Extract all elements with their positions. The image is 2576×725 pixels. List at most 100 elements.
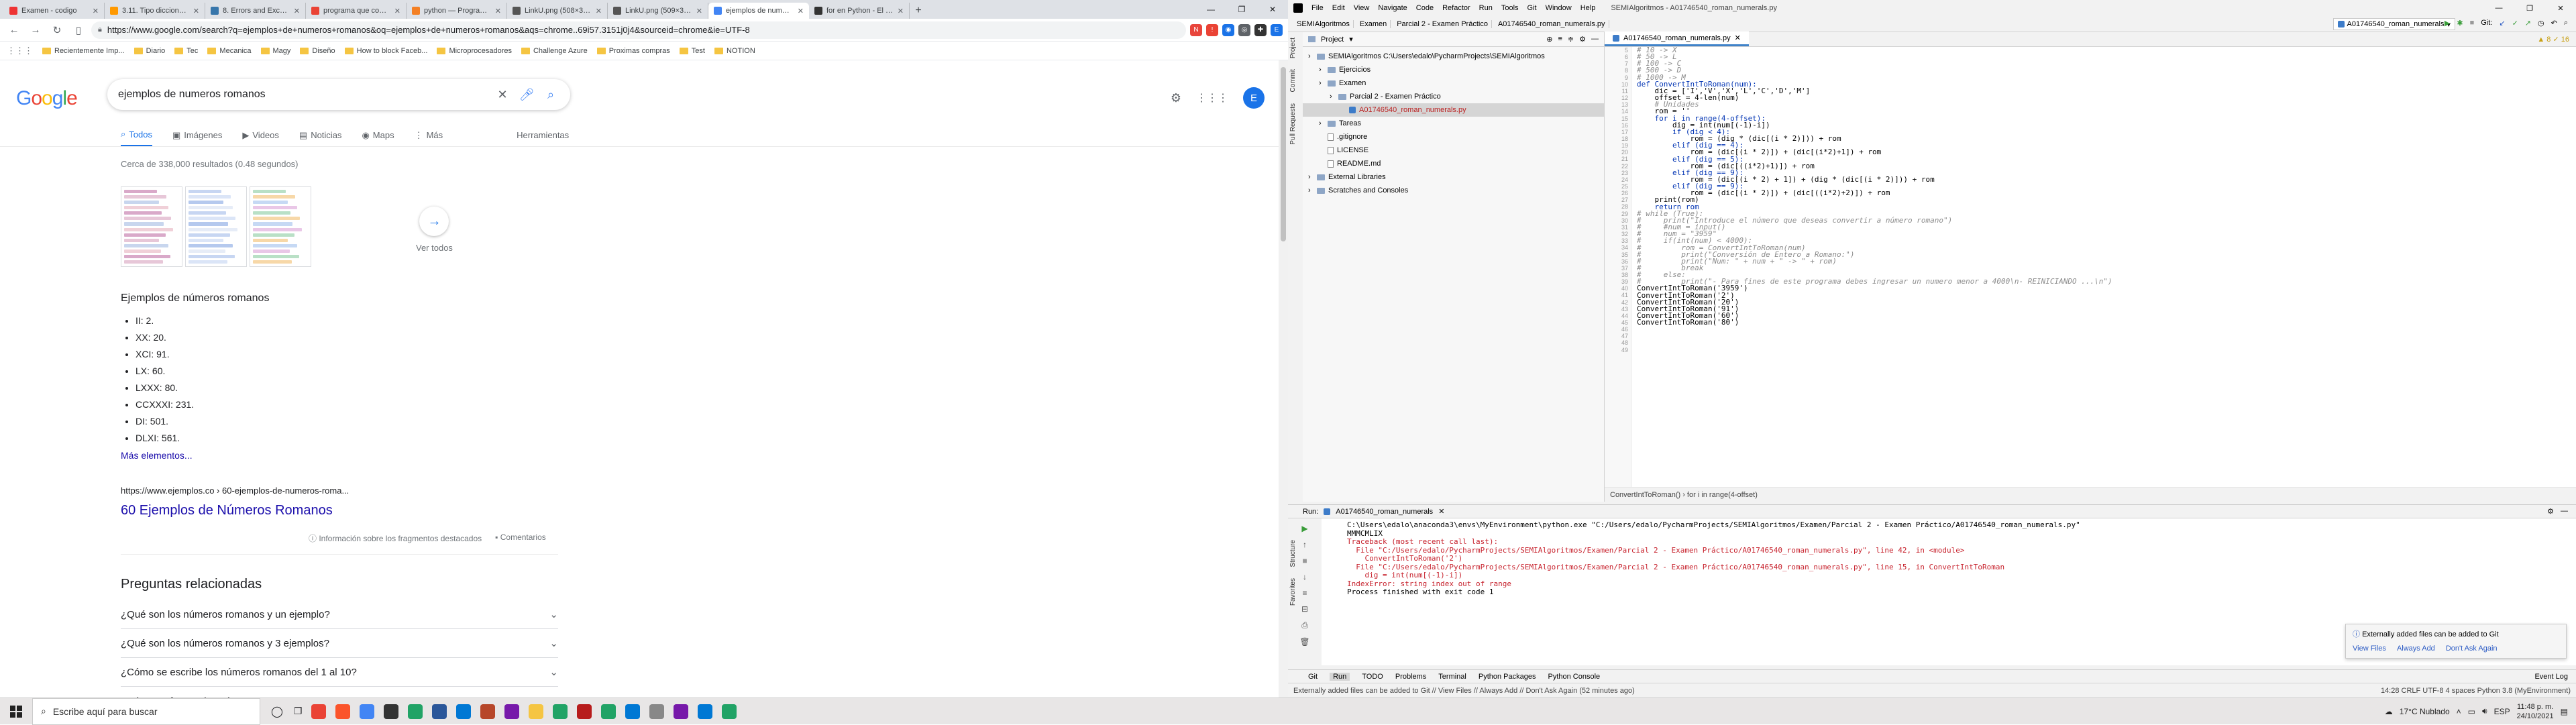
tree-arrow-icon[interactable]: › <box>1308 52 1313 60</box>
volume-icon[interactable]: 🔊︎ <box>2482 706 2487 716</box>
minimize-icon[interactable]: — <box>2483 0 2514 16</box>
image-thumbnail[interactable] <box>250 186 311 267</box>
tab-close-icon[interactable]: ✕ <box>798 7 804 15</box>
language-indicator[interactable]: ESP <box>2494 707 2510 716</box>
taskbar-app-icon[interactable] <box>432 704 447 719</box>
bookmark-item[interactable]: How to block Faceb... <box>344 47 427 55</box>
side-bottom-tab-0[interactable]: Structure <box>1288 535 1298 573</box>
hide-icon[interactable]: — <box>1591 35 1599 44</box>
menu-tools[interactable]: Tools <box>1501 4 1519 12</box>
gear-icon[interactable]: ⚙ <box>2547 507 2554 516</box>
code-text[interactable]: # 10 -> X # 50 -> L # 100 -> C # 500 -> D # … <box>1637 46 2569 487</box>
scrollbar-thumb[interactable] <box>1281 67 1286 241</box>
google-tab-herramientas[interactable]: Herramientas <box>517 129 569 147</box>
tab-close-icon[interactable]: ✕ <box>193 7 199 15</box>
tree-node[interactable]: A01746540_roman_numerals.py <box>1303 103 1604 117</box>
code-line[interactable]: ConvertIntToRoman('80') <box>1637 319 2569 326</box>
hide-icon[interactable]: — <box>2561 507 2568 516</box>
stop-icon[interactable]: ■ <box>2470 19 2475 27</box>
browser-tab[interactable]: 3.11. Tipo diccionario y ... ✕ <box>105 3 205 19</box>
code-line[interactable]: ConvertIntToRoman('3959') <box>1637 284 2569 292</box>
notifications-icon[interactable]: ▤ <box>2561 707 2568 716</box>
search-everywhere-icon[interactable]: ⌕ <box>2564 19 2568 27</box>
microphone-icon[interactable]: 🎤︎ <box>518 88 535 102</box>
status-right[interactable]: 14:28 CRLF UTF-8 4 spaces Python 3.8 (My… <box>2381 687 2571 695</box>
result-title-link[interactable]: 60 Ejemplos de Números Romanos <box>121 503 333 518</box>
code-line[interactable]: rom = (dic[((i*2)+1)]) + rom <box>1637 162 2569 170</box>
back-icon[interactable]: ← <box>5 21 23 39</box>
close-icon[interactable]: ✕ <box>1257 0 1288 19</box>
extension-icon[interactable]: N <box>1190 23 1202 36</box>
google-logo[interactable]: Google <box>16 87 78 110</box>
rerun-icon[interactable]: ▶ <box>1301 524 1307 533</box>
clock[interactable]: 11:48 p. m. 24/10/2021 <box>2517 702 2554 721</box>
tab-close-icon[interactable]: ✕ <box>898 7 904 15</box>
tree-node[interactable]: LICENSE <box>1303 144 1604 157</box>
menu-git[interactable]: Git <box>1527 4 1537 12</box>
tree-node[interactable]: › Scratches and Consoles <box>1303 184 1604 197</box>
tool-tab-python-console[interactable]: Python Console <box>1548 673 1601 681</box>
code-line[interactable]: ConvertIntToRoman('2') <box>1637 292 2569 299</box>
extension-icon[interactable]: ◎ <box>1238 23 1250 36</box>
bookmark-item[interactable]: Recientemente Imp... <box>42 47 125 55</box>
google-tab-imágenes[interactable]: ▣ Imágenes <box>172 129 222 147</box>
tree-node[interactable]: › Parcial 2 - Examen Práctico <box>1303 90 1604 103</box>
console-output[interactable]: C:\Users\edalo\anaconda3\envs\MyEnvironm… <box>1347 520 2080 597</box>
code-line[interactable]: # 100 -> C <box>1637 60 2569 67</box>
bookmark-item[interactable]: Tec <box>174 47 198 55</box>
menu-navigate[interactable]: Navigate <box>1378 4 1407 12</box>
network-icon[interactable]: ▭ <box>2468 707 2475 716</box>
reload-icon[interactable]: ↻ <box>48 21 66 39</box>
task-view-icon[interactable]: ❐ <box>294 706 303 717</box>
tree-arrow-icon[interactable]: › <box>1308 186 1313 194</box>
google-tab-más[interactable]: ⋮ Más <box>415 129 443 147</box>
tree-node[interactable]: › Tareas <box>1303 117 1604 130</box>
about-snippets-link[interactable]: ⓘ Información sobre los fragmentos desta… <box>309 533 482 544</box>
apps-grid-icon[interactable]: ⋮⋮⋮ <box>7 46 33 56</box>
code-line[interactable]: rom = '' <box>1637 107 2569 115</box>
tab-close-icon[interactable]: ✕ <box>696 7 702 15</box>
extension-icon[interactable]: ! <box>1206 23 1218 36</box>
notification-action[interactable]: Don't Ask Again <box>2446 645 2498 653</box>
tab-close-icon[interactable]: ✕ <box>294 7 300 15</box>
run-tab-label[interactable]: A01746540_roman_numerals <box>1336 508 1433 516</box>
menu-file[interactable]: File <box>1311 4 1324 12</box>
bookmark-manager-icon[interactable]: ▯ <box>70 21 87 39</box>
scroll-down-icon[interactable]: ↓ <box>1303 572 1307 581</box>
google-tab-noticias[interactable]: ▤ Noticias <box>299 129 342 147</box>
chevron-down-icon[interactable]: ▾ <box>1349 35 1353 44</box>
taskbar-app-icon[interactable] <box>456 704 472 719</box>
code-line[interactable]: # print("- Para fines de este programa d… <box>1637 278 2569 285</box>
taskbar-app-icon[interactable] <box>553 704 568 719</box>
tab-close-icon[interactable]: ✕ <box>495 7 501 15</box>
code-line[interactable]: rom = (dic[(i * 2)]) + (dic[((i*2)+2)]) … <box>1637 189 2569 197</box>
tree-arrow-icon[interactable]: › <box>1319 66 1324 74</box>
tool-tab-problems[interactable]: Problems <box>1395 673 1426 681</box>
code-line[interactable]: # print("Num: " + num + " -> " + rom) <box>1637 258 2569 265</box>
taskbar-app-icon[interactable] <box>529 704 544 719</box>
soft-wrap-icon[interactable]: ≡ <box>1302 588 1307 598</box>
weather-text[interactable]: 17°C Nublado <box>2400 707 2450 716</box>
taskbar-app-icon[interactable] <box>601 704 616 719</box>
tray-chevron-icon[interactable]: ˄ <box>2457 707 2461 716</box>
code-line[interactable]: ConvertIntToRoman('91') <box>1637 305 2569 313</box>
bookmark-item[interactable]: Microprocesadores <box>437 47 512 55</box>
menu-view[interactable]: View <box>1354 4 1370 12</box>
tree-node[interactable]: › External Libraries <box>1303 170 1604 184</box>
account-avatar[interactable]: E <box>1243 87 1265 109</box>
google-tab-videos[interactable]: ▶ Videos <box>242 129 279 147</box>
browser-tab[interactable]: LinkU.png (508×322) ✕ <box>507 3 608 19</box>
code-line[interactable]: ConvertIntToRoman('60') <box>1637 312 2569 319</box>
code-line[interactable]: # 10 -> X <box>1637 46 2569 54</box>
new-tab-button[interactable]: + <box>910 3 927 19</box>
notification-action[interactable]: Always Add <box>2397 645 2435 653</box>
google-search-box[interactable]: ejemplos de numeros romanos ✕ 🎤︎ ⌕ <box>107 79 570 110</box>
scroll-up-icon[interactable]: ↑ <box>1303 540 1307 549</box>
expand-icon[interactable]: ≑ <box>1568 35 1574 44</box>
code-line[interactable]: # 50 -> L <box>1637 53 2569 60</box>
cortana-icon[interactable]: ◯ <box>271 705 283 718</box>
code-line[interactable]: # print("Introduce el número que deseas … <box>1637 217 2569 224</box>
side-tab-0[interactable]: Project <box>1288 32 1298 64</box>
image-thumbnail[interactable] <box>185 186 247 267</box>
tree-node[interactable]: .gitignore <box>1303 130 1604 144</box>
